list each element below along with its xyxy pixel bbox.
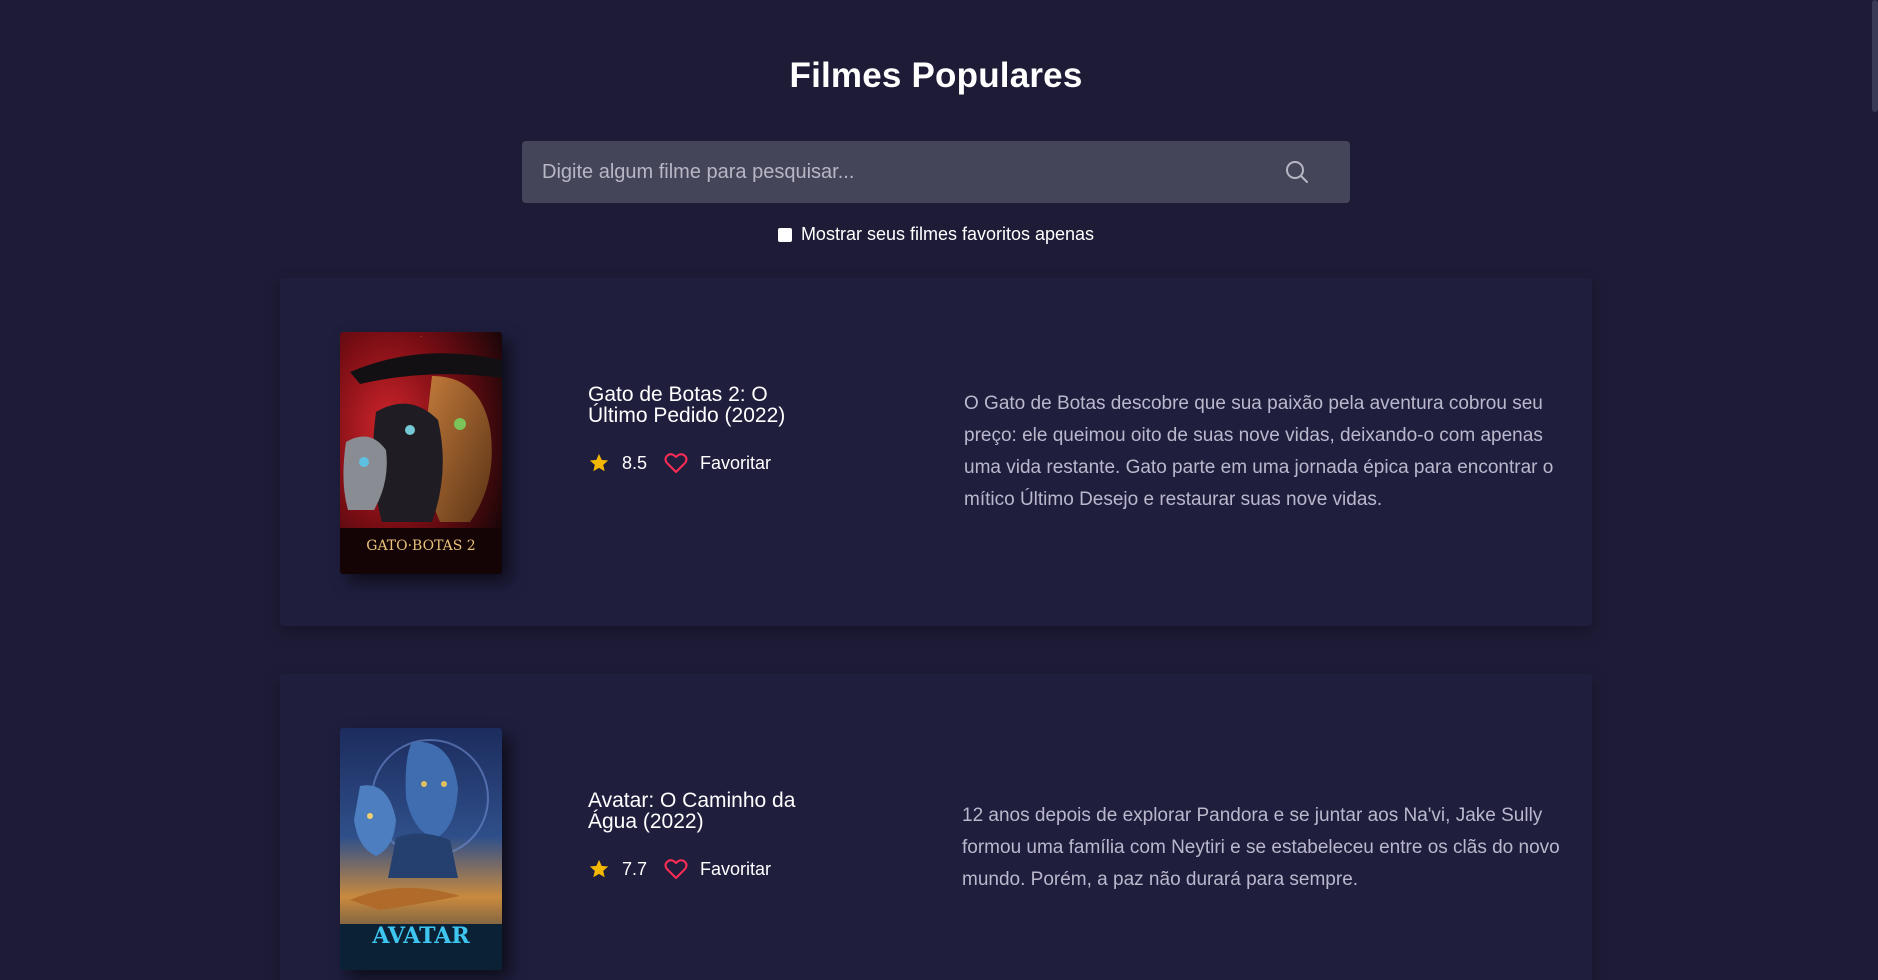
search-icon[interactable] <box>1284 159 1310 185</box>
favorites-only-label[interactable]: Mostrar seus filmes favoritos apenas <box>801 224 1094 245</box>
movie-poster: GATO·BOTAS 2 · <box>340 332 502 574</box>
poster-title-art: GATO·BOTAS 2 <box>366 538 475 554</box>
movie-description: 12 anos depois de explorar Pandora e se … <box>962 805 1560 890</box>
movie-description: O Gato de Botas descobre que sua paixão … <box>964 393 1554 510</box>
poster-title-art: AVATAR <box>371 923 470 949</box>
movie-title: Gato de Botas 2: O Último Pedido (2022) <box>588 383 786 427</box>
favorite-label[interactable]: Favoritar <box>700 453 771 474</box>
heart-icon[interactable] <box>664 858 688 880</box>
movie-card: GATO·BOTAS 2 · Gato de Botas 2: O Último… <box>280 278 1592 626</box>
star-icon <box>589 453 609 472</box>
movie-meta: 7.7 Favoritar <box>588 858 828 880</box>
page: Filmes Populares Mostrar seus filmes fav… <box>0 0 1878 980</box>
movie-info: Gato de Botas 2: O Último Pedido (2022) … <box>588 384 828 474</box>
favorites-only-checkbox[interactable] <box>777 227 792 242</box>
movie-rating: 7.7 <box>622 858 648 879</box>
movie-card: AVATAR Avatar: O Caminho da Água (2022) … <box>280 674 1592 980</box>
scrollbar[interactable] <box>1872 0 1878 112</box>
favorites-filter: Mostrar seus filmes favoritos apenas <box>0 224 1872 245</box>
favorite-button[interactable]: Favoritar <box>664 858 771 880</box>
movie-meta: 8.5 Favoritar <box>588 452 828 474</box>
search-bar <box>522 141 1350 203</box>
star-icon <box>589 859 609 878</box>
search-input[interactable] <box>542 160 1284 184</box>
heart-icon[interactable] <box>664 452 688 474</box>
favorite-button[interactable]: Favoritar <box>664 452 771 474</box>
favorite-label[interactable]: Favoritar <box>700 859 771 880</box>
movie-info: Avatar: O Caminho da Água (2022) 7.7 Fav… <box>588 790 828 880</box>
movie-rating: 8.5 <box>622 452 648 473</box>
page-title: Filmes Populares <box>789 56 1083 95</box>
movie-poster: AVATAR <box>340 728 502 970</box>
movie-title: Avatar: O Caminho da Água (2022) <box>588 789 796 833</box>
